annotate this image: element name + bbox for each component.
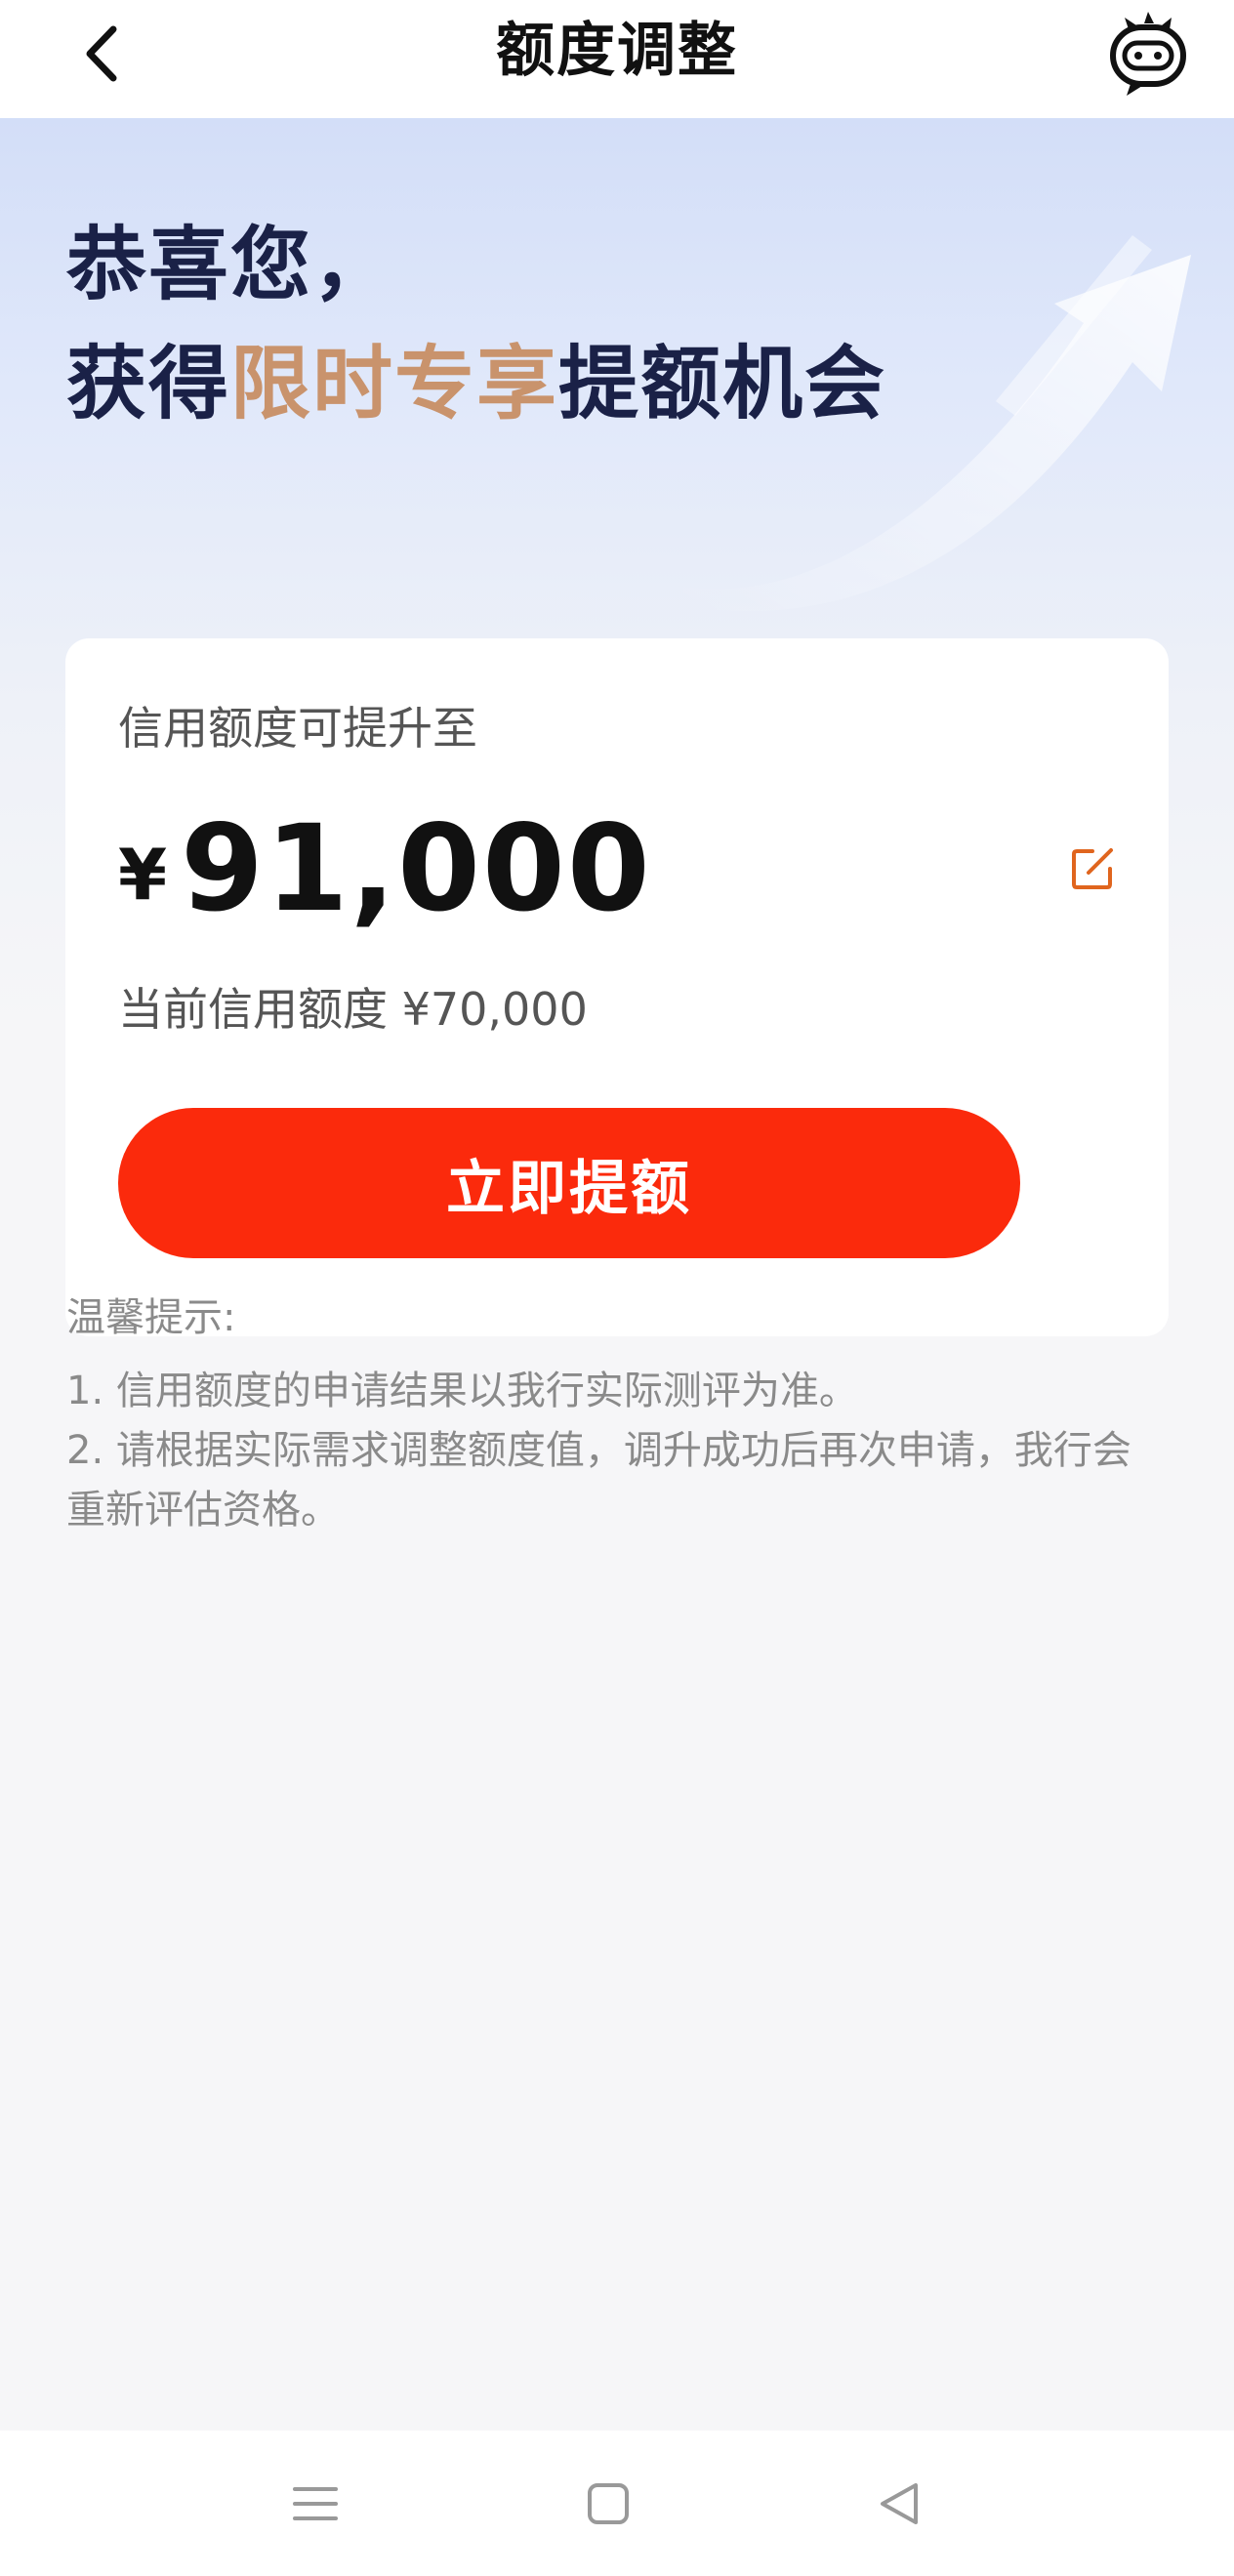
increase-limit-button[interactable]: 立即提额 bbox=[118, 1108, 1020, 1258]
system-nav-bar bbox=[0, 2431, 1234, 2576]
card-label: 信用额度可提升至 bbox=[118, 702, 477, 755]
headline-prefix: 获得 bbox=[66, 338, 231, 430]
current-limit: 当前信用额度 ¥70,000 bbox=[118, 983, 588, 1036]
menu-button[interactable] bbox=[281, 2470, 350, 2538]
headline-line-1: 恭喜您， bbox=[66, 219, 395, 311]
limit-card: 信用额度可提升至 ¥ 91,000 当前信用额度 ¥70,000 立即提额 bbox=[65, 638, 1169, 1336]
headline-suffix: 提额机会 bbox=[558, 338, 887, 430]
edit-icon bbox=[1072, 848, 1113, 889]
headline: 恭喜您， 获得限时专享提额机会 bbox=[66, 206, 886, 444]
currency-symbol: ¥ bbox=[118, 834, 168, 916]
tips-section: 温馨提示: 1. 信用额度的申请结果以我行实际测评为准。 2. 请根据实际需求调… bbox=[66, 1288, 1170, 1540]
headline-highlight: 限时专享 bbox=[230, 338, 559, 430]
customer-service-robot-icon bbox=[1110, 12, 1186, 96]
top-bar: 额度调整 bbox=[0, 0, 1234, 118]
customer-service-button[interactable] bbox=[1101, 8, 1195, 102]
edit-amount-button[interactable] bbox=[1067, 843, 1118, 894]
new-limit-amount: 91,000 bbox=[181, 799, 652, 938]
home-square-icon bbox=[588, 2483, 629, 2524]
page-title: 额度调整 bbox=[496, 17, 738, 85]
system-back-button[interactable] bbox=[865, 2470, 933, 2538]
tip-item: 2. 请根据实际需求调整额度值，调升成功后再次申请，我行会重新评估资格。 bbox=[66, 1428, 1131, 1533]
headline-line-2: 获得限时专享提额机会 bbox=[66, 325, 886, 444]
tips-title: 温馨提示: bbox=[66, 1295, 236, 1340]
home-button[interactable] bbox=[574, 2470, 642, 2538]
back-triangle-icon bbox=[881, 2483, 918, 2524]
menu-icon bbox=[293, 2487, 338, 2520]
hero-section: 恭喜您， 获得限时专享提额机会 信用额度可提升至 ¥ 91,000 当前信用额度… bbox=[0, 118, 1234, 1338]
tip-item: 1. 信用额度的申请结果以我行实际测评为准。 bbox=[66, 1369, 858, 1413]
